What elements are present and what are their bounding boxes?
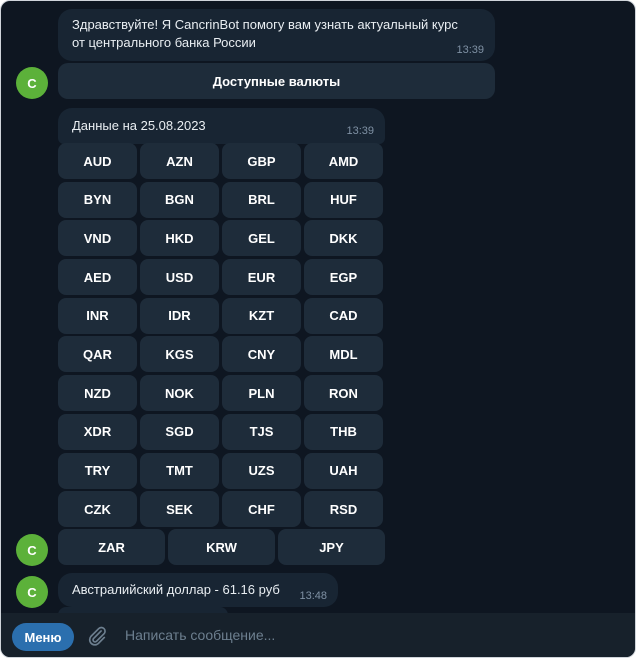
currency-button-hkd[interactable]: HKD <box>140 220 219 257</box>
currency-button-qar[interactable]: QAR <box>58 336 137 373</box>
currency-button-kzt[interactable]: KZT <box>222 297 301 334</box>
currency-keyboard: AUD AZN GBP AMD BYN BGN BRL HUF VND HKD … <box>58 143 385 528</box>
currency-button-czk[interactable]: CZK <box>58 491 137 528</box>
currency-button-inr[interactable]: INR <box>58 297 137 334</box>
currency-button-uah[interactable]: UAH <box>304 452 383 489</box>
currency-button-brl[interactable]: BRL <box>222 181 301 218</box>
currency-button-amd[interactable]: AMD <box>304 143 383 179</box>
currency-button-chf[interactable]: CHF <box>222 491 301 528</box>
currency-button-nzd[interactable]: NZD <box>58 375 137 412</box>
currency-button-gel[interactable]: GEL <box>222 220 301 257</box>
rate-message-time: 13:48 <box>299 590 327 602</box>
currency-button-krw[interactable]: KRW <box>168 529 275 565</box>
welcome-message-text: Здравствуйте! Я CancrinBot помогу вам уз… <box>72 17 458 50</box>
bot-avatar[interactable]: C <box>16 576 48 608</box>
rate-message: Австралийский доллар - 61.16 руб 13:48 <box>58 573 338 607</box>
currency-button-tmt[interactable]: TMT <box>140 452 219 489</box>
chat-area[interactable]: Здравствуйте! Я CancrinBot помогу вам уз… <box>1 1 635 613</box>
telegram-window: Здравствуйте! Я CancrinBot помогу вам уз… <box>0 0 636 658</box>
currency-button-dkk[interactable]: DKK <box>304 220 383 257</box>
currency-button-cny[interactable]: CNY <box>222 336 301 373</box>
currency-button-ron[interactable]: RON <box>304 375 383 412</box>
currency-button-pln[interactable]: PLN <box>222 375 301 412</box>
currency-button-thb[interactable]: THB <box>304 413 383 450</box>
currency-button-gbp[interactable]: GBP <box>222 143 301 179</box>
available-currencies-button[interactable]: Доступные валюты <box>58 63 495 99</box>
currency-button-rsd[interactable]: RSD <box>304 491 383 528</box>
currency-button-aed[interactable]: AED <box>58 259 137 296</box>
currency-button-xdr[interactable]: XDR <box>58 413 137 450</box>
currency-button-aud[interactable]: AUD <box>58 143 137 179</box>
currencies-message: Данные на 25.08.2023 13:39 <box>58 108 385 144</box>
rate-message-text: Австралийский доллар - 61.16 руб <box>72 582 280 597</box>
currency-button-tjs[interactable]: TJS <box>222 413 301 450</box>
paperclip-icon[interactable] <box>86 625 108 647</box>
currency-button-vnd[interactable]: VND <box>58 220 137 257</box>
currency-button-azn[interactable]: AZN <box>140 143 219 179</box>
currency-button-byn[interactable]: BYN <box>58 181 137 218</box>
menu-button[interactable]: Меню <box>12 623 74 651</box>
currencies-message-time: 13:39 <box>346 125 374 137</box>
currency-button-uzs[interactable]: UZS <box>222 452 301 489</box>
bot-avatar[interactable]: C <box>16 534 48 566</box>
currency-button-cad[interactable]: CAD <box>304 297 383 334</box>
currency-button-sgd[interactable]: SGD <box>140 413 219 450</box>
currency-button-huf[interactable]: HUF <box>304 181 383 218</box>
message-input[interactable]: Написать сообщение... <box>125 627 275 643</box>
currency-button-idr[interactable]: IDR <box>140 297 219 334</box>
currency-button-sek[interactable]: SEK <box>140 491 219 528</box>
welcome-message-time: 13:39 <box>456 44 484 56</box>
currency-button-egp[interactable]: EGP <box>304 259 383 296</box>
currency-button-bgn[interactable]: BGN <box>140 181 219 218</box>
message-composer: Меню Написать сообщение... <box>1 613 635 657</box>
currency-button-try[interactable]: TRY <box>58 452 137 489</box>
bot-avatar[interactable]: C <box>16 67 48 99</box>
currency-button-kgs[interactable]: KGS <box>140 336 219 373</box>
currency-keyboard-last-row: ZAR KRW JPY <box>58 529 385 565</box>
currency-button-nok[interactable]: NOK <box>140 375 219 412</box>
currency-button-jpy[interactable]: JPY <box>278 529 385 565</box>
currency-button-eur[interactable]: EUR <box>222 259 301 296</box>
currency-button-mdl[interactable]: MDL <box>304 336 383 373</box>
currencies-message-text: Данные на 25.08.2023 <box>72 118 206 133</box>
welcome-message: Здравствуйте! Я CancrinBot помогу вам уз… <box>58 9 495 61</box>
currency-button-usd[interactable]: USD <box>140 259 219 296</box>
currency-button-zar[interactable]: ZAR <box>58 529 165 565</box>
